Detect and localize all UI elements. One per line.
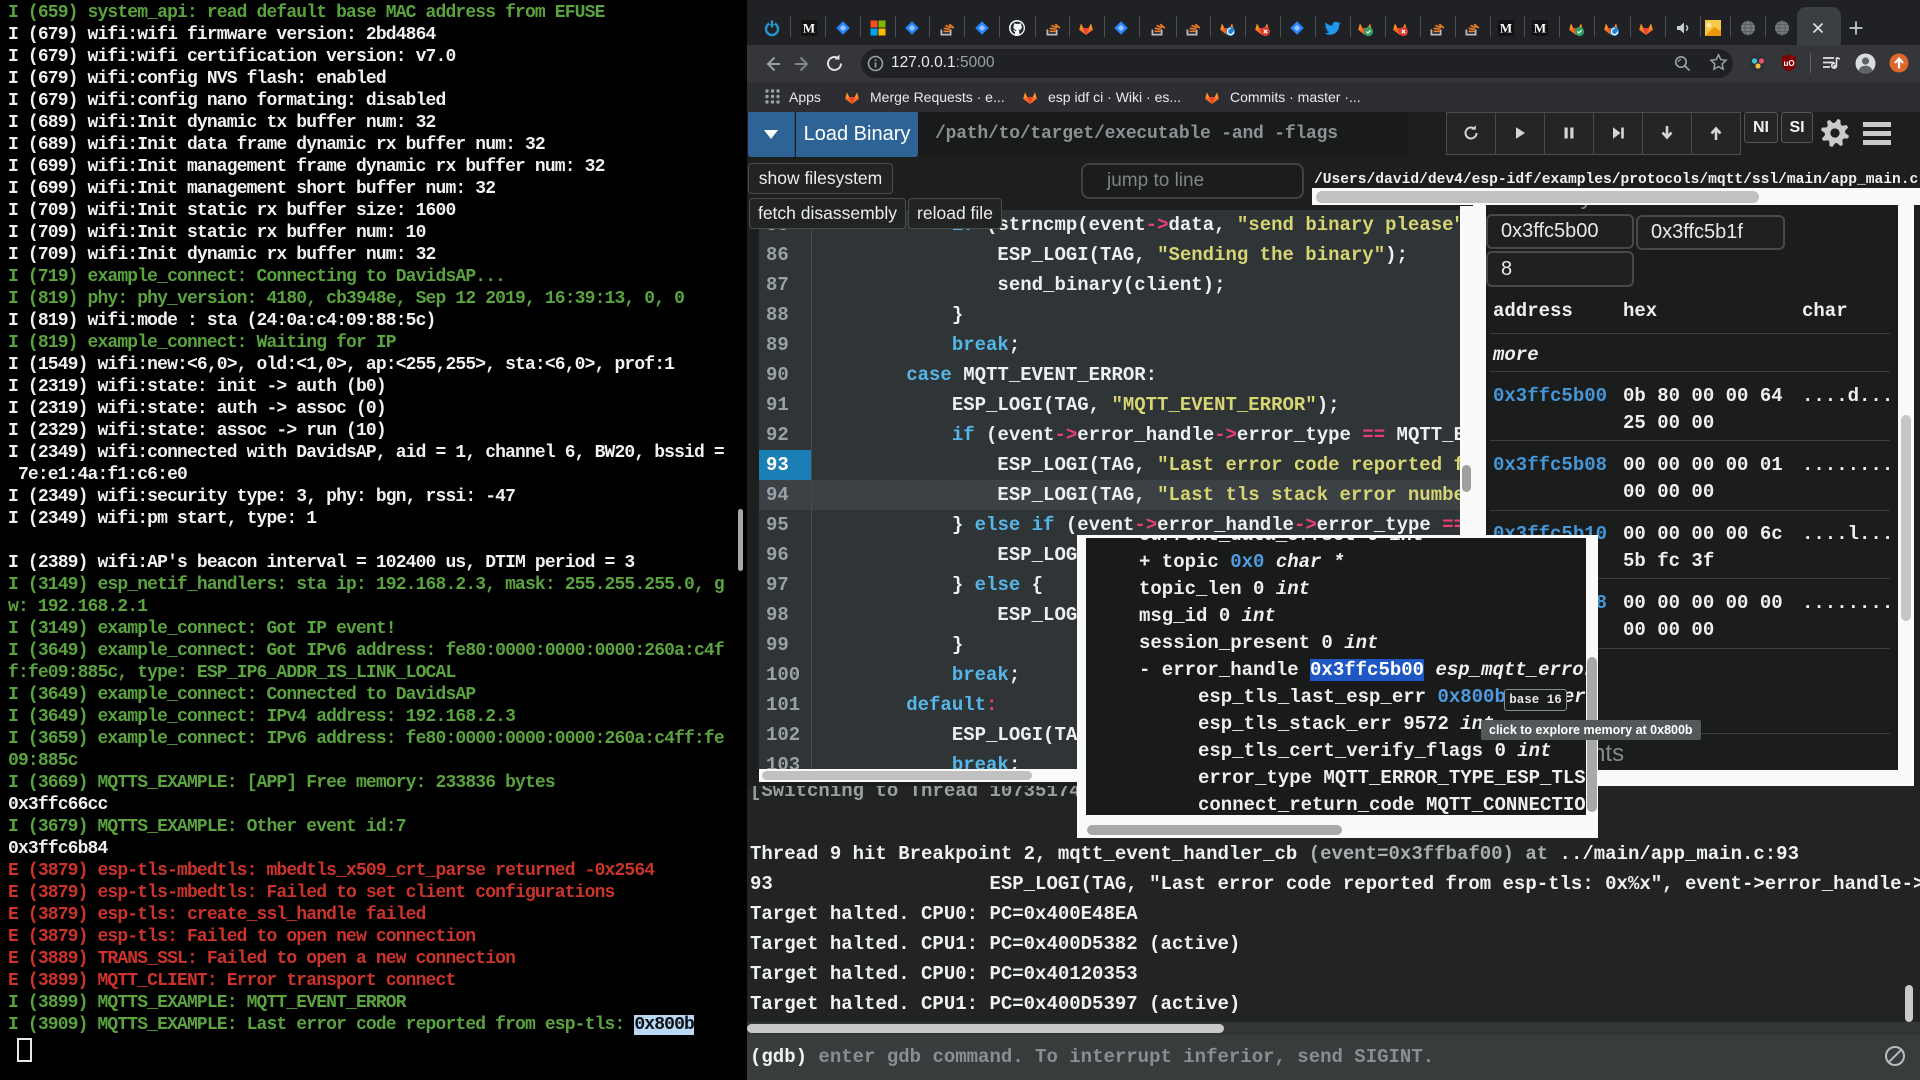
svg-text:uO: uO — [1783, 59, 1794, 68]
svg-text:M: M — [1500, 21, 1512, 36]
svg-text:M: M — [803, 21, 815, 36]
svg-text:M: M — [1534, 21, 1546, 36]
